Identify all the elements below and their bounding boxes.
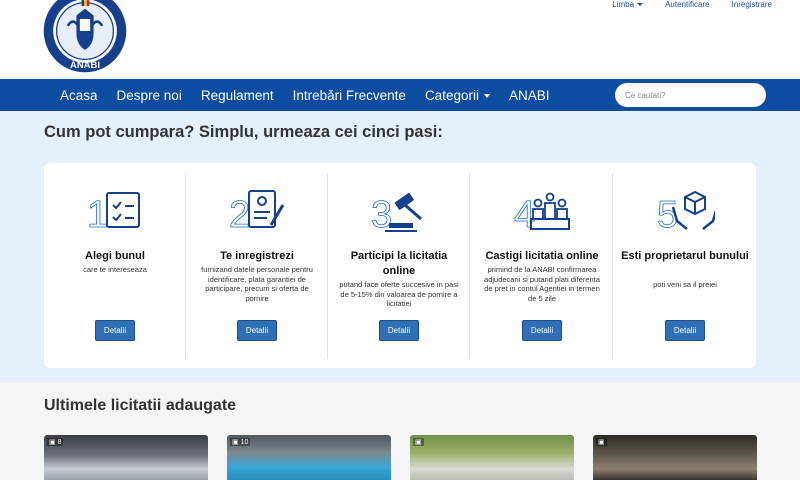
search-input[interactable]	[615, 83, 766, 107]
auction-listing-thumbnail[interactable]: ▣ 10	[227, 435, 391, 480]
step-title: Castigi licitatia online	[485, 250, 599, 262]
step-2: 2 Te inregistrezi furnizand datele perso…	[186, 173, 328, 359]
details-button[interactable]: Detalii	[95, 320, 135, 341]
photo-count-badge: ▣ 10	[230, 438, 251, 446]
step-description: furnizand datele personale pentru identi…	[201, 265, 313, 303]
step-description: care te intereseaza	[83, 265, 147, 274]
details-button[interactable]: Detalii	[379, 320, 419, 341]
step-description: primind de la ANABI confirmarea adjudeca…	[484, 265, 600, 303]
nav-item-faq[interactable]: Intrebări Frecvente	[293, 88, 406, 103]
registration-form-icon: 2	[229, 190, 285, 235]
nav-item-categories[interactable]: Categorii	[425, 88, 490, 103]
register-link[interactable]: Inregistrare	[732, 0, 772, 9]
details-button[interactable]: Detalii	[237, 320, 277, 341]
step-title: Participi la licitatia online	[350, 250, 448, 277]
step-1: 1 Alegi bunul care te intereseaza Detali…	[44, 173, 186, 359]
nav-item-rules[interactable]: Regulament	[201, 88, 274, 103]
auction-listing-thumbnail[interactable]: ▣	[410, 435, 574, 480]
section-title: Ultimele licitatii adaugate	[44, 397, 237, 414]
svg-text:ANABI: ANABI	[70, 60, 100, 71]
nav-item-about[interactable]: Despre noi	[117, 88, 182, 103]
photo-count-badge: ▣ 8	[47, 438, 64, 446]
photo-icon: ▣	[596, 438, 607, 446]
svg-text:2: 2	[229, 194, 250, 235]
step-4: 4 Castigi licitatia online primind de la…	[471, 173, 613, 359]
language-dropdown[interactable]: Limba	[612, 0, 644, 9]
step-title: Te inregistrezi	[220, 250, 294, 262]
details-button[interactable]: Detalii	[665, 320, 705, 341]
step-3: 3 Participi la licitatia online putand f…	[328, 173, 470, 359]
nav-item-anabi[interactable]: ANABI	[509, 88, 550, 103]
language-label: Limba	[612, 0, 635, 9]
auction-gavel-icon: 3	[371, 192, 422, 235]
step-5: 5 Esti proprietarul bunului poti veni sa…	[614, 173, 756, 359]
auction-listing-thumbnail[interactable]: ▣	[593, 435, 757, 480]
chevron-down-icon	[637, 3, 644, 7]
site-header: ANABI Limba Autentificare Inregistrare	[0, 0, 800, 80]
step-description: putand face oferte succesive in pasi de …	[339, 280, 459, 308]
login-link[interactable]: Autentificare	[665, 0, 709, 9]
photo-icon: ▣	[413, 438, 424, 446]
step-description: poti veni sa il preiei	[653, 280, 717, 289]
auction-listing-thumbnail[interactable]: ▣ 8	[44, 435, 208, 480]
chevron-down-icon	[483, 93, 490, 98]
steps-card: 1 Alegi bunul care te intereseaza Detali…	[44, 163, 756, 368]
how-to-buy-section: Cum pot cumpara? Simplu, urmeaza cei cin…	[0, 111, 800, 383]
details-button[interactable]: Detalii	[522, 320, 562, 341]
latest-auctions-section: Ultimele licitatii adaugate ▣ 8 ▣ 10 ▣ ▣	[0, 383, 800, 480]
svg-text:3: 3	[371, 194, 392, 235]
step-title: Esti proprietarul bunului	[621, 250, 749, 262]
step-title: Alegi bunul	[85, 250, 145, 262]
checklist-icon: 1	[87, 192, 140, 235]
hands-box-icon: 5	[657, 190, 715, 235]
main-nav: Acasa Despre noi Regulament Intrebări Fr…	[0, 79, 800, 111]
svg-text:1: 1	[87, 194, 108, 235]
section-title: Cum pot cumpara? Simplu, urmeaza cei cin…	[44, 123, 443, 141]
categories-label: Categorii	[424, 87, 479, 103]
top-links: Limba Autentificare Inregistrare	[612, 0, 772, 9]
anabi-logo[interactable]: ANABI	[42, 0, 128, 74]
nav-item-home[interactable]: Acasa	[60, 88, 98, 103]
winners-podium-icon: 4	[514, 192, 570, 235]
